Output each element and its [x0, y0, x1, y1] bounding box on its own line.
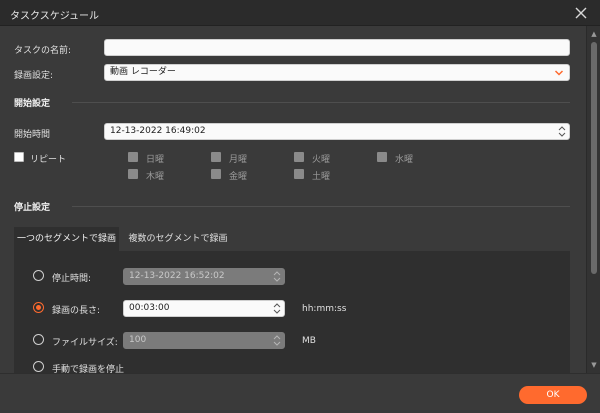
stop-tabs: 一つのセグメントで録画 複数のセグメントで録画 停止時間: 12-13-2022…	[0, 227, 586, 373]
task-name-input[interactable]	[104, 39, 570, 56]
recording-setting-select[interactable]: 動画 レコーダー	[104, 64, 570, 81]
chevron-down-icon	[554, 70, 564, 76]
repeat-checkbox[interactable]	[14, 152, 24, 162]
start-settings-heading: 開始設定	[14, 99, 51, 109]
file-size-value: 100	[129, 335, 147, 345]
day-checkbox-sunday[interactable]	[128, 152, 138, 162]
day-label: 火曜	[312, 155, 331, 165]
scroll-down-icon[interactable]: ▼	[590, 361, 598, 369]
start-time-input[interactable]: 12-13-2022 16:49:02	[104, 123, 570, 140]
file-size-label: ファイルサイズ:	[52, 338, 118, 348]
stop-time-value: 12-13-2022 16:52:02	[129, 271, 225, 281]
day-label: 月曜	[229, 155, 248, 165]
ok-button[interactable]: OK	[519, 386, 587, 404]
day-checkbox-thursday[interactable]	[128, 169, 138, 179]
repeat-label: リピート	[30, 155, 67, 165]
radio-duration[interactable]	[33, 302, 44, 313]
dialog-footer: OK	[0, 373, 600, 413]
manual-stop-label: 手動で録画を停止	[52, 365, 125, 373]
spinner-arrows-icon[interactable]	[273, 270, 281, 283]
tab-multiple-segments[interactable]: 複数のセグメントで録画	[119, 227, 237, 251]
day-checkbox-tuesday[interactable]	[294, 152, 304, 162]
title-bar: タスクスケジュール	[0, 0, 600, 26]
day-checkbox-wednesday[interactable]	[377, 152, 387, 162]
radio-file-size[interactable]	[33, 334, 44, 345]
task-name-label: タスクの名前:	[14, 46, 72, 56]
day-label: 木曜	[146, 172, 165, 182]
day-checkbox-saturday[interactable]	[294, 169, 304, 179]
start-time-value: 12-13-2022 16:49:02	[110, 126, 206, 136]
scroll-up-icon[interactable]: ▲	[590, 30, 598, 38]
spinner-arrows-icon[interactable]	[273, 334, 281, 347]
day-checkbox-monday[interactable]	[211, 152, 221, 162]
close-icon[interactable]	[572, 4, 590, 22]
tab-single-segment[interactable]: 一つのセグメントで録画	[14, 227, 119, 251]
tab-panel: 停止時間: 12-13-2022 16:52:02 録画の長さ: 00:03:0…	[14, 251, 570, 373]
recording-setting-value: 動画 レコーダー	[110, 67, 176, 77]
spinner-arrows-icon[interactable]	[558, 125, 566, 138]
duration-unit: hh:mm:ss	[302, 304, 347, 314]
day-label: 日曜	[146, 155, 165, 165]
dialog-content: タスクの名前: 録画設定: 動画 レコーダー 開始設定 開始時間 12-13-2…	[0, 26, 586, 373]
stop-settings-heading: 停止設定	[14, 203, 51, 213]
duration-input[interactable]: 00:03:00	[123, 300, 285, 317]
stop-time-label: 停止時間:	[52, 274, 92, 284]
duration-value: 00:03:00	[129, 303, 170, 313]
start-divider	[72, 102, 570, 103]
scrollbar-thumb[interactable]	[591, 42, 597, 274]
stop-time-input[interactable]: 12-13-2022 16:52:02	[123, 268, 285, 285]
day-label: 金曜	[229, 172, 248, 182]
window-title: タスクスケジュール	[10, 11, 99, 22]
radio-stop-time[interactable]	[33, 270, 44, 281]
stop-divider	[72, 206, 570, 207]
radio-manual-stop[interactable]	[33, 361, 44, 372]
day-label: 水曜	[395, 155, 414, 165]
file-size-input[interactable]: 100	[123, 332, 285, 349]
duration-label: 録画の長さ:	[52, 306, 101, 316]
file-size-unit: MB	[302, 336, 316, 346]
vertical-scrollbar[interactable]: ▲ ▼	[586, 26, 600, 373]
day-checkbox-friday[interactable]	[211, 169, 221, 179]
recording-setting-label: 録画設定:	[14, 71, 54, 81]
day-label: 土曜	[312, 172, 331, 182]
spinner-arrows-icon[interactable]	[273, 302, 281, 315]
start-time-label: 開始時間	[14, 130, 51, 140]
